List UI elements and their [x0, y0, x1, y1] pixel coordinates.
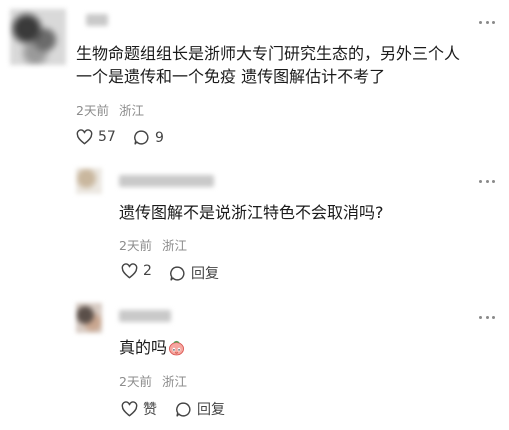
reply-text: 遗传图解不是说浙江特色不会取消吗? [119, 203, 384, 222]
heart-icon [121, 263, 138, 279]
comment-location: 浙江 [118, 103, 144, 118]
peach-emoji-icon [169, 340, 184, 356]
more-options-icon[interactable] [478, 21, 496, 25]
like-label: 赞 [143, 402, 157, 418]
comment-text-line-2: 一个是遗传和一个免疫 遗传图解估计不考了 [76, 67, 386, 86]
reply-time: 2天前 [119, 238, 152, 253]
reply-time: 2天前 [119, 374, 152, 389]
reply-username[interactable] [119, 310, 171, 322]
commenter-username[interactable] [86, 14, 108, 26]
comment-meta: 2天前 浙江 [76, 100, 144, 119]
comment-bubble-icon [176, 401, 191, 417]
reply-count: 9 [155, 129, 164, 146]
reply-username[interactable] [119, 175, 214, 187]
reply-location: 浙江 [161, 374, 187, 389]
reply-meta: 2天前 浙江 [119, 371, 187, 390]
commenter-avatar[interactable] [10, 9, 66, 65]
reply-label: 回复 [191, 266, 219, 282]
heart-icon [76, 129, 93, 145]
heart-icon [121, 401, 138, 417]
comment-bubble-icon [134, 130, 149, 145]
comment-bubble-icon [170, 265, 185, 281]
reply-button[interactable]: 回复 [169, 263, 219, 283]
comment-text-line-1: 生物命题组组长是浙师大专门研究生态的，另外三个人 [76, 44, 461, 63]
reply-button[interactable]: 9 [133, 129, 164, 146]
reply-text-content: 真的吗 [119, 338, 168, 357]
reply-avatar[interactable] [76, 168, 102, 194]
comment-time: 2天前 [76, 103, 109, 118]
reply-label: 回复 [197, 402, 225, 418]
like-count: 57 [98, 129, 116, 145]
like-button[interactable]: 57 [76, 129, 116, 145]
like-count: 2 [143, 263, 152, 279]
more-options-icon[interactable] [478, 316, 496, 320]
reply-avatar[interactable] [76, 303, 102, 333]
reply-location: 浙江 [161, 238, 187, 253]
reply-meta: 2天前 浙江 [119, 235, 187, 254]
like-button[interactable]: 赞 [121, 399, 157, 419]
more-options-icon[interactable] [478, 180, 496, 184]
reply-text: 真的吗 [119, 336, 185, 359]
like-button[interactable]: 2 [121, 263, 152, 279]
reply-button[interactable]: 回复 [175, 399, 225, 419]
